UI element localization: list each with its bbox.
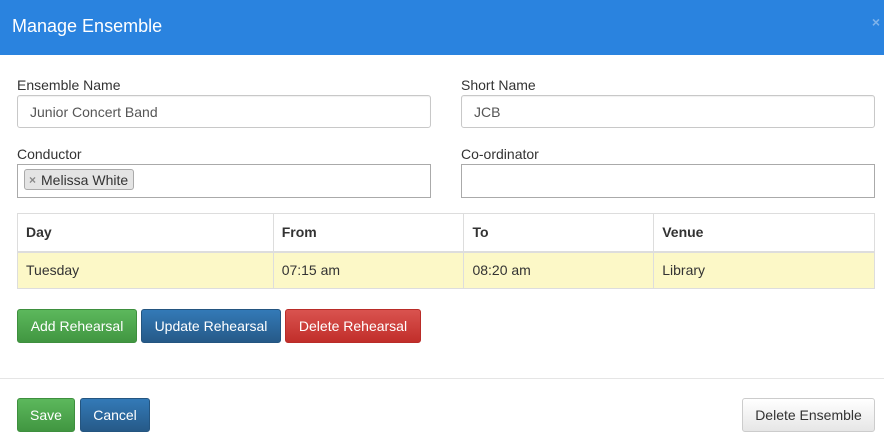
table-header-row: Day From To Venue (17, 213, 875, 253)
delete-rehearsal-button[interactable]: Delete Rehearsal (285, 309, 421, 343)
footer-divider (0, 378, 884, 379)
tag-remove-icon[interactable]: × (29, 173, 36, 187)
modal-title: Manage Ensemble (12, 16, 163, 36)
column-header-to: To (463, 213, 655, 253)
column-header-venue: Venue (653, 213, 875, 253)
column-header-day: Day (17, 213, 274, 253)
conductor-tag-input[interactable]: × Melissa White (17, 164, 431, 198)
add-rehearsal-button[interactable]: Add Rehearsal (17, 309, 137, 343)
conductor-tag-label: Melissa White (41, 171, 129, 188)
update-rehearsal-button[interactable]: Update Rehearsal (141, 309, 281, 343)
save-button[interactable]: Save (17, 398, 75, 432)
coordinator-label: Co-ordinator (461, 146, 539, 162)
close-icon[interactable]: × (872, 14, 880, 30)
conductor-label: Conductor (17, 146, 82, 162)
delete-ensemble-button[interactable]: Delete Ensemble (742, 398, 875, 432)
table-row[interactable]: Tuesday 07:15 am 08:20 am Library (17, 251, 875, 289)
cell-from: 07:15 am (272, 251, 465, 289)
rehearsal-table: Day From To Venue Tuesday 07:15 am 08:20… (17, 213, 875, 289)
ensemble-name-input[interactable] (17, 95, 431, 128)
cell-venue: Library (653, 251, 875, 289)
short-name-label: Short Name (461, 77, 536, 93)
cell-to: 08:20 am (463, 251, 655, 289)
coordinator-tag-input[interactable] (461, 164, 875, 198)
column-header-from: From (272, 213, 465, 253)
cell-day: Tuesday (17, 251, 274, 289)
cancel-button[interactable]: Cancel (80, 398, 150, 432)
conductor-tag: × Melissa White (24, 169, 135, 190)
short-name-input[interactable] (461, 95, 875, 128)
modal-header: Manage Ensemble × (0, 0, 884, 55)
ensemble-name-label: Ensemble Name (17, 77, 121, 93)
